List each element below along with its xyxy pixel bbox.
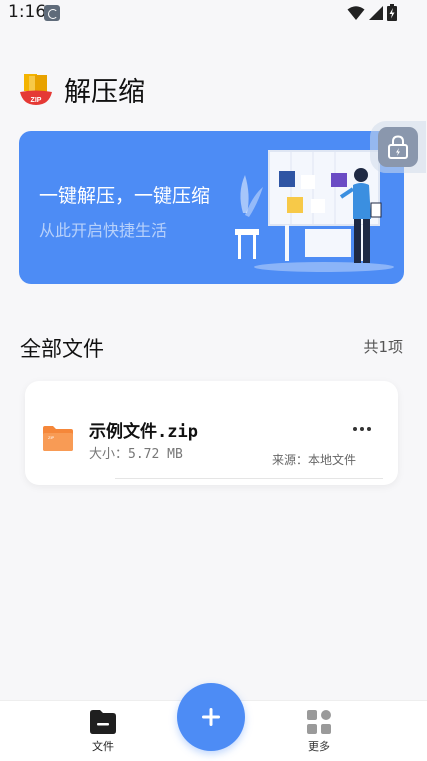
plus-icon: [202, 708, 220, 726]
folder-icon: ZIP: [43, 426, 73, 451]
lock-float-button[interactable]: [370, 121, 426, 173]
file-source: 来源：本地文件: [271, 453, 356, 467]
add-button[interactable]: [177, 683, 245, 751]
zip-logo-icon: ZIP: [20, 74, 52, 105]
nav-more-label: 更多: [308, 740, 330, 753]
battery-charging-icon: [387, 4, 397, 21]
more-dot-icon: [360, 427, 364, 431]
wifi-icon: [347, 5, 365, 20]
banner-subtitle: 从此开启快捷生活: [39, 221, 168, 240]
status-bar: 1:16: [0, 0, 427, 26]
section-title: 全部文件: [20, 337, 104, 361]
sync-notification-icon: [44, 5, 60, 21]
nav-files-label: 文件: [92, 740, 114, 753]
status-icons: [347, 4, 397, 21]
grid-more-icon: [307, 710, 331, 734]
nav-more-tab[interactable]: 更多: [289, 709, 349, 754]
banner-title: 一键解压，一键压缩: [39, 185, 211, 207]
divider: [115, 478, 383, 479]
files-tab-icon: [90, 710, 116, 734]
status-time: 1:16: [8, 2, 47, 22]
svg-text:ZIP: ZIP: [48, 435, 55, 440]
lock-icon: [388, 135, 408, 159]
lock-button-inner: [378, 127, 418, 167]
more-dot-icon: [367, 427, 371, 431]
signal-icon: [369, 5, 383, 20]
file-size: 大小：5.72 MB: [89, 447, 183, 462]
app-title: 解压缩: [64, 77, 145, 108]
logo-text: ZIP: [31, 97, 42, 104]
file-count: 共1项: [363, 338, 403, 356]
more-dot-icon: [353, 427, 357, 431]
file-name: 示例文件.zip: [89, 422, 198, 442]
nav-files-tab[interactable]: 文件: [73, 709, 133, 754]
promo-banner[interactable]: 一键解压，一键压缩 从此开启快捷生活: [19, 131, 404, 284]
more-options-button[interactable]: [347, 419, 377, 439]
file-card[interactable]: ZIP 示例文件.zip 大小：5.72 MB 来源：本地文件: [25, 381, 398, 485]
